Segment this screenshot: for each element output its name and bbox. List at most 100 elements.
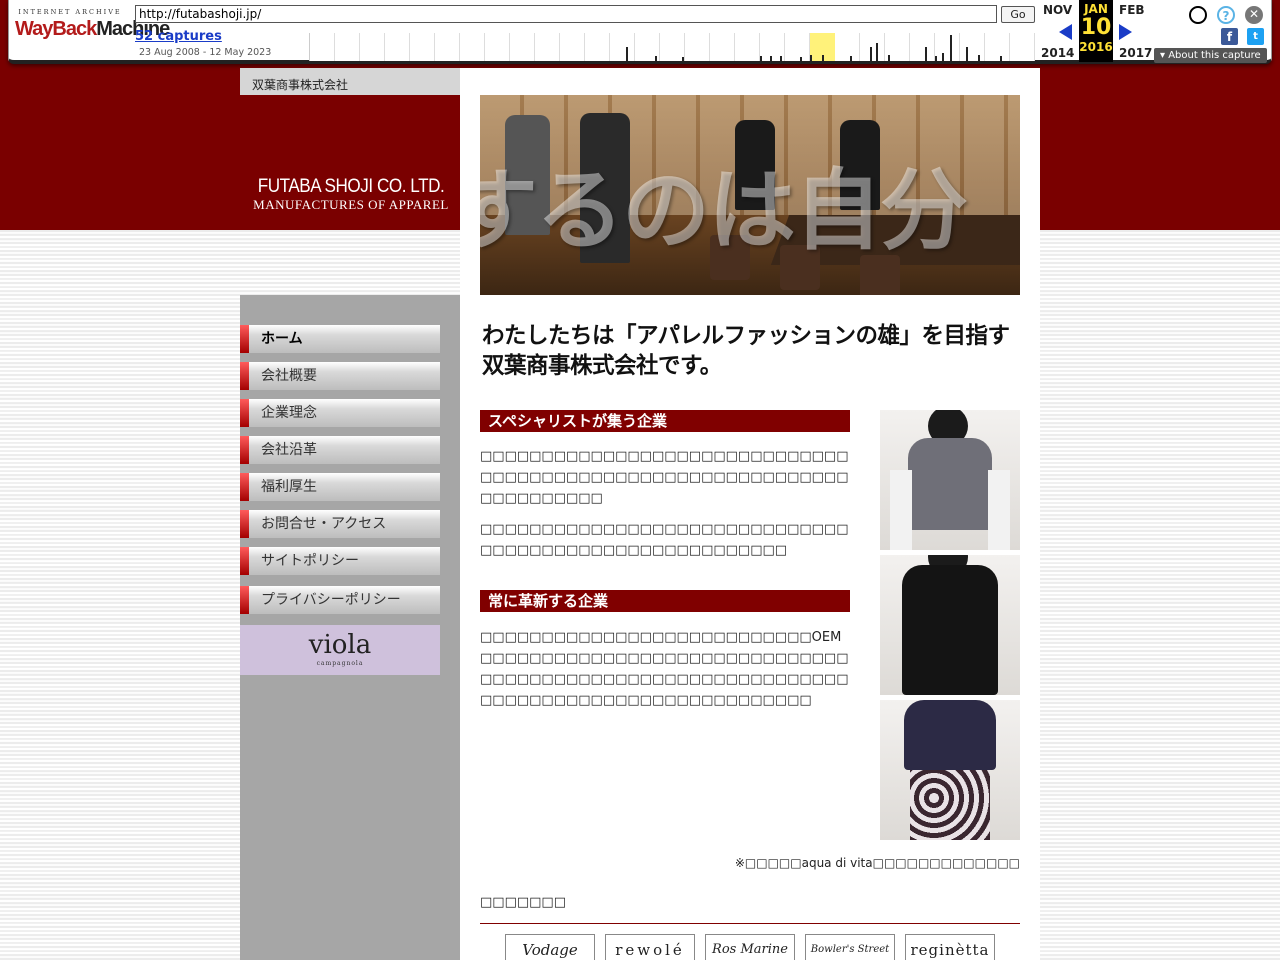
next-month[interactable]: FEB (1119, 3, 1145, 17)
nav-item-contact[interactable]: お問合せ・アクセス (240, 510, 440, 538)
sparkline-bar (770, 56, 772, 61)
logo-line1: FUTABA SHOJI CO. LTD. (257, 176, 445, 197)
wayback-logo[interactable]: INTERNET ARCHIVE WayBackMachine (15, 8, 170, 52)
brand-logo-ros-marine[interactable]: Ros Marine (705, 934, 795, 960)
photo-caption: ※□□□□□aqua di vita□□□□□□□□□□□□□ (734, 856, 1020, 870)
about-capture-button[interactable]: ▾ About this capture (1154, 48, 1267, 63)
prev-year[interactable]: 2014 (1041, 46, 1074, 60)
sparkline-bar (876, 43, 878, 61)
nav-label: 福利厚生 (261, 479, 317, 495)
wayback-logo-top: INTERNET ARCHIVE (18, 8, 122, 16)
sparkline-bar (935, 56, 937, 61)
prev-month[interactable]: NOV (1043, 3, 1072, 17)
next-year[interactable]: 2017 (1119, 46, 1152, 60)
nav-marker (240, 547, 249, 575)
sparkline-bar (822, 55, 824, 61)
brands-title: □□□□□□□ (480, 895, 566, 910)
nav-item-privacy-policy[interactable]: プライバシーポリシー (240, 586, 440, 614)
user-icon[interactable] (1189, 6, 1207, 24)
sparkline-bar (655, 56, 657, 61)
wayback-logo-way: WayBack (15, 18, 97, 40)
section2-paragraph1: □□□□□□□□□□□□□□□□□□□□□□□□□□□OEM□□□□□□□□□□… (480, 630, 849, 708)
viola-subtitle: campagnola (316, 660, 364, 667)
nav-label: ホーム (261, 331, 303, 347)
headline-line1: わたしたちは「アパレルファッションの雄」を目指す (482, 323, 1010, 349)
nav-marker (240, 325, 249, 353)
current-capture-date: JAN 10 2016 (1079, 0, 1113, 62)
section-title-innovation: 常に革新する企業 (480, 590, 850, 612)
sparkline-bar (626, 47, 628, 61)
current-month: JAN (1084, 2, 1108, 16)
nav-marker (240, 436, 249, 464)
nav-label: 会社沿革 (261, 442, 317, 458)
current-year: 2016 (1079, 40, 1113, 54)
nav-item-home[interactable]: ホーム (240, 325, 440, 353)
viola-title: viola (308, 630, 372, 660)
sparkline-bar (888, 55, 890, 61)
nav-item-philosophy[interactable]: 企業理念 (240, 399, 440, 427)
capture-range: 23 Aug 2008 - 12 May 2023 (139, 47, 272, 58)
site-logo[interactable]: FUTABA SHOJI CO. LTD. MANUFACTURES OF AP… (246, 176, 456, 213)
sidebar: ホーム 会社概要 企業理念 会社沿革 福利厚生 お問合せ・アクセス サイトポリシ… (240, 295, 460, 960)
nav-label: 企業理念 (261, 405, 317, 421)
facebook-icon[interactable]: f (1221, 28, 1238, 45)
nav-marker (240, 362, 249, 390)
section1-paragraph1: □□□□□□□□□□□□□□□□□□□□□□□□□□□□□□□□□□□□□□□□… (480, 449, 849, 506)
logo-line2: MANUFACTURES OF APPAREL (253, 197, 449, 212)
nav-marker (240, 586, 249, 614)
nav-item-history[interactable]: 会社沿革 (240, 436, 440, 464)
product-photo-grey-knit (880, 410, 1020, 550)
close-icon[interactable]: ✕ (1245, 6, 1263, 24)
page-headline: わたしたちは「アパレルファッションの雄」を目指す 双葉商事株式会社です。 (482, 321, 1027, 381)
headline-line2: 双葉商事株式会社です。 (482, 353, 722, 379)
main-content: するのは自分 わたしたちは「アパレルファッションの雄」を目指す 双葉商事株式会社… (460, 68, 1040, 960)
url-input[interactable]: http://futabashoji.jp/ (135, 5, 997, 23)
nav-label: プライバシーポリシー (261, 592, 401, 608)
sparkline-bar (1000, 56, 1002, 61)
sparkline-bar (978, 55, 980, 61)
section-title-specialists: スペシャリストが集う企業 (480, 410, 850, 432)
nav-item-welfare[interactable]: 福利厚生 (240, 473, 440, 501)
sparkline-bar (810, 55, 812, 61)
sparkline-bar (760, 56, 762, 61)
brand-logo-rewole[interactable]: rewolé (605, 934, 695, 960)
nav-item-company[interactable]: 会社概要 (240, 362, 440, 390)
sparkline-bar (780, 56, 782, 61)
wayback-toolbar: INTERNET ARCHIVE WayBackMachine http://f… (8, 0, 1272, 64)
nav-marker (240, 510, 249, 538)
nav-label: 会社概要 (261, 368, 317, 384)
nav-marker (240, 473, 249, 501)
captures-link[interactable]: 52 captures (135, 29, 222, 44)
sparkline-bar (942, 53, 944, 61)
about-capture-label: About this capture (1168, 50, 1261, 61)
nav-item-site-policy[interactable]: サイトポリシー (240, 547, 440, 575)
go-button[interactable]: Go (1001, 6, 1035, 23)
help-icon[interactable]: ? (1217, 6, 1235, 24)
capture-sparkline[interactable] (309, 33, 1035, 61)
brands-divider (480, 923, 1020, 924)
prev-capture-arrow-icon[interactable] (1059, 24, 1072, 40)
sparkline-bar (925, 47, 927, 61)
company-name-small: 双葉商事株式会社 (252, 78, 349, 92)
nav-label: お問合せ・アクセス (261, 516, 387, 532)
brand-logo-reginetta[interactable]: reginètta (905, 934, 995, 960)
twitter-icon[interactable]: t (1247, 28, 1264, 45)
sparkline-bar (682, 57, 684, 61)
sparkline-bar (850, 56, 852, 61)
brand-logo-bowlers-street[interactable]: Bowler's Street (805, 934, 895, 960)
sparkline-bar (950, 35, 952, 61)
product-photo-black-cardigan (880, 555, 1020, 695)
section1-paragraph2: □□□□□□□□□□□□□□□□□□□□□□□□□□□□□□□□□□□□□□□□… (480, 522, 849, 558)
current-day: 10 (1080, 15, 1112, 40)
sparkline-bar (800, 57, 802, 61)
sparkline-bar (966, 47, 968, 61)
hero-overlay-text: するのは自分 (480, 158, 968, 262)
brand-logo-vodage[interactable]: Vodage (505, 934, 595, 960)
company-name-bar: 双葉商事株式会社 (240, 68, 460, 95)
calendar-nav: NOV 2014 JAN 10 2016 FEB 2017 (1039, 0, 1152, 62)
viola-banner[interactable]: viola campagnola (240, 625, 440, 675)
product-photo-navy-top (880, 700, 1020, 840)
hero-image: するのは自分 (480, 95, 1020, 295)
next-capture-arrow-icon[interactable] (1119, 24, 1132, 40)
sparkline-bar (870, 47, 872, 61)
